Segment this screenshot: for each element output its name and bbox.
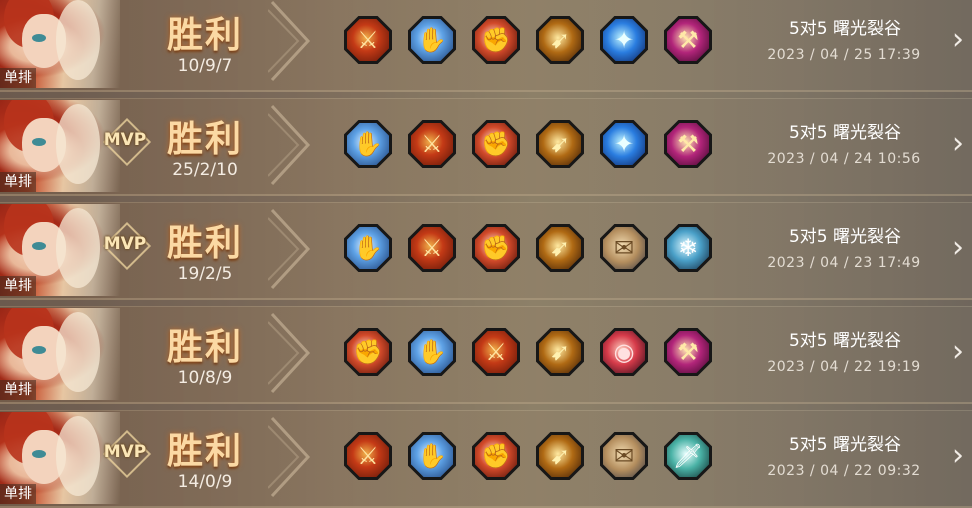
crit-orb-icon: ✊ — [472, 432, 520, 480]
chevron-decoration — [268, 312, 311, 394]
purple-hammer-icon: ⚒ — [664, 16, 712, 64]
match-history-list: 单排 胜利 10/9/7 ⚔ ✋ ✊ ➹ ✦ ⚒ 5对5 曙光裂谷 2023 /… — [0, 0, 972, 508]
mvp-badge: MVP — [98, 221, 152, 271]
match-result: 胜利 — [166, 223, 243, 264]
crit-orb-icon: ✊ — [472, 16, 520, 64]
match-datetime: 2023 / 04 / 25 17:39 — [767, 47, 921, 63]
blue-claw-icon: ✋ — [408, 328, 456, 376]
kda-score: 19/2/5 — [177, 264, 233, 284]
cyan-staff-icon: ✦ — [600, 16, 648, 64]
equipment-items: ⚔ ✋ ✊ ➹ ✉ 🗡 — [344, 432, 720, 482]
chevron-decoration — [268, 104, 311, 186]
equipment-items: ✋ ⚔ ✊ ➹ ✦ ⚒ — [344, 120, 720, 170]
game-mode-map: 5对5 曙光裂谷 — [788, 227, 902, 247]
kda-score: 10/9/7 — [177, 56, 233, 76]
chevron-right-icon[interactable]: › — [952, 334, 972, 370]
match-row[interactable]: 单排 胜利 10/8/9 ✊ ✋ ⚔ ➹ ◉ ⚒ 5对5 曙光裂谷 2023 /… — [0, 306, 972, 404]
hero-portrait: 单排 — [0, 0, 120, 88]
cyan-staff-icon: ✦ — [600, 120, 648, 168]
match-datetime: 2023 / 04 / 22 09:32 — [767, 463, 921, 479]
match-datetime: 2023 / 04 / 22 19:19 — [767, 359, 921, 375]
golden-spear-icon: ➹ — [536, 328, 584, 376]
ice-wing-icon: ❄ — [664, 224, 712, 272]
match-row[interactable]: 单排 MVP 胜利 25/2/10 ✋ ⚔ ✊ ➹ ✦ ⚒ 5对5 曙光裂谷 2… — [0, 98, 972, 196]
red-ring-icon: ◉ — [600, 328, 648, 376]
match-result: 胜利 — [166, 431, 243, 472]
chevron-right-icon[interactable]: › — [952, 438, 972, 474]
purple-hammer-icon: ⚒ — [664, 120, 712, 168]
kda-score: 25/2/10 — [172, 160, 238, 180]
mvp-badge: MVP — [98, 117, 152, 167]
mvp-label: MVP — [103, 442, 147, 462]
equipment-items: ✊ ✋ ⚔ ➹ ◉ ⚒ — [344, 328, 720, 378]
blue-claw-icon: ✋ — [408, 432, 456, 480]
red-axe-icon: ⚔ — [472, 328, 520, 376]
game-mode-map: 5对5 曙光裂谷 — [788, 19, 902, 39]
equipment-items: ⚔ ✋ ✊ ➹ ✦ ⚒ — [344, 16, 720, 66]
golden-spear-icon: ➹ — [536, 224, 584, 272]
match-result: 胜利 — [166, 119, 243, 160]
golden-spear-icon: ➹ — [536, 432, 584, 480]
blue-claw-icon: ✋ — [408, 16, 456, 64]
golden-spear-icon: ➹ — [536, 120, 584, 168]
game-mode-map: 5对5 曙光裂谷 — [788, 331, 902, 351]
scroll-icon: ✉ — [600, 432, 648, 480]
chevron-right-icon[interactable]: › — [952, 22, 972, 58]
golden-spear-icon: ➹ — [536, 16, 584, 64]
match-row[interactable]: 单排 MVP 胜利 19/2/5 ✋ ⚔ ✊ ➹ ✉ ❄ 5对5 曙光裂谷 20… — [0, 202, 972, 300]
match-datetime: 2023 / 04 / 23 17:49 — [767, 255, 921, 271]
queue-mode-tag: 单排 — [0, 68, 36, 88]
chevron-right-icon[interactable]: › — [952, 126, 972, 162]
red-axe-icon: ⚔ — [344, 16, 392, 64]
match-row[interactable]: 单排 胜利 10/9/7 ⚔ ✋ ✊ ➹ ✦ ⚒ 5对5 曙光裂谷 2023 /… — [0, 0, 972, 92]
game-mode-map: 5对5 曙光裂谷 — [788, 123, 902, 143]
queue-mode-tag: 单排 — [0, 484, 36, 504]
crit-orb-icon: ✊ — [344, 328, 392, 376]
match-row[interactable]: 单排 MVP 胜利 14/0/9 ⚔ ✋ ✊ ➹ ✉ 🗡 5对5 曙光裂谷 20… — [0, 410, 972, 508]
purple-hammer-icon: ⚒ — [664, 328, 712, 376]
game-mode-map: 5对5 曙光裂谷 — [788, 435, 902, 455]
jade-sword-icon: 🗡 — [664, 432, 712, 480]
queue-mode-tag: 单排 — [0, 276, 36, 296]
scroll-icon: ✉ — [600, 224, 648, 272]
chevron-decoration — [268, 416, 311, 498]
red-axe-icon: ⚔ — [344, 432, 392, 480]
mvp-badge: MVP — [98, 429, 152, 479]
chevron-decoration — [268, 208, 311, 290]
red-axe-icon: ⚔ — [408, 120, 456, 168]
crit-orb-icon: ✊ — [472, 224, 520, 272]
queue-mode-tag: 单排 — [0, 380, 36, 400]
match-datetime: 2023 / 04 / 24 10:56 — [767, 151, 921, 167]
queue-mode-tag: 单排 — [0, 172, 36, 192]
mvp-label: MVP — [103, 234, 147, 254]
crit-orb-icon: ✊ — [472, 120, 520, 168]
blue-claw-icon: ✋ — [344, 224, 392, 272]
blue-claw-icon: ✋ — [344, 120, 392, 168]
chevron-decoration — [268, 0, 311, 82]
kda-score: 10/8/9 — [177, 368, 233, 388]
equipment-items: ✋ ⚔ ✊ ➹ ✉ ❄ — [344, 224, 720, 274]
match-result: 胜利 — [166, 15, 243, 56]
red-axe-icon: ⚔ — [408, 224, 456, 272]
match-result: 胜利 — [166, 327, 243, 368]
chevron-right-icon[interactable]: › — [952, 230, 972, 266]
hero-portrait: 单排 — [0, 308, 120, 400]
mvp-label: MVP — [103, 130, 147, 150]
kda-score: 14/0/9 — [177, 472, 233, 492]
